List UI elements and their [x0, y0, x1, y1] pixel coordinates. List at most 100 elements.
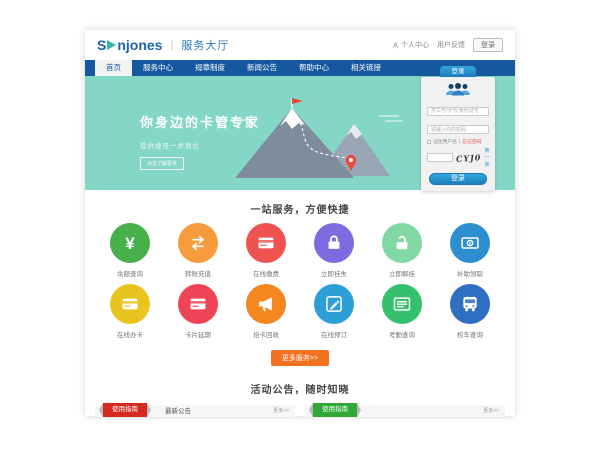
service-circle[interactable] — [178, 284, 218, 324]
hero-banner: 你身边的卡管专家 提供捷径一步到位 点击了解更多 登录 — [85, 76, 515, 190]
password-input[interactable] — [427, 125, 489, 134]
service-label: 卡片延期 — [164, 329, 232, 339]
service-item-attendance[interactable]: 考勤查询 — [368, 284, 436, 339]
service-label: 在线办卡 — [96, 329, 164, 339]
service-circle[interactable] — [178, 223, 218, 263]
options-separator: | — [459, 139, 460, 144]
service-item-payment[interactable]: 在线缴费 — [232, 223, 300, 278]
announcements-title: 活动公告，随时知晓 — [85, 381, 515, 396]
header-login-button[interactable]: 登录 — [473, 38, 503, 52]
logo-text-2: njones — [117, 37, 162, 53]
nav-item-service-center[interactable]: 服务中心 — [132, 60, 184, 76]
panel-left-more-link[interactable]: 更多>> — [273, 405, 289, 418]
nav-item-help[interactable]: 帮助中心 — [288, 60, 340, 76]
service-item-unreport-loss[interactable]: 立即解挂 — [368, 223, 436, 278]
service-label: 补助领取 — [436, 268, 504, 278]
nav-item-news[interactable]: 新闻公告 — [236, 60, 288, 76]
card-icon — [188, 294, 208, 314]
service-circle[interactable] — [382, 223, 422, 263]
mountain-illustration — [230, 94, 405, 189]
service-item-subsidy[interactable]: 补助领取 — [436, 223, 504, 278]
service-circle[interactable] — [246, 284, 286, 324]
login-options: 记住用户名 | 忘记密码 — [427, 138, 489, 145]
panel-left: 使用指南 最新公告 更多>> — [95, 405, 295, 418]
service-label: 立即解挂 — [368, 268, 436, 278]
header-utility: 个人中心 用户反馈 登录 — [392, 38, 503, 52]
service-item-transfer[interactable]: 转账充值 — [164, 223, 232, 278]
service-item-card-recycle[interactable]: 拾卡回收 — [232, 284, 300, 339]
refresh-captcha-link[interactable]: 换一张 — [484, 147, 489, 168]
bus-icon — [460, 294, 480, 314]
captcha-input[interactable] — [427, 153, 453, 162]
service-item-balance[interactable]: ¥ 余额查询 — [96, 223, 164, 278]
announcement-panels: 使用指南 最新公告 更多>> 使用指南 更多>> — [95, 405, 505, 418]
more-services-button[interactable]: 更多服务>> — [271, 350, 329, 366]
login-submit-button[interactable]: 登录 — [429, 173, 487, 185]
login-tab[interactable]: 登录 — [440, 66, 476, 77]
service-circle[interactable] — [314, 223, 354, 263]
panel-right-header: 使用指南 更多>> — [305, 405, 505, 418]
panel-left-header: 使用指南 最新公告 更多>> — [95, 405, 295, 418]
transfer-icon — [188, 233, 208, 253]
logo-divider: | — [170, 39, 173, 51]
remember-checkbox[interactable] — [427, 140, 431, 144]
card-icon — [120, 294, 140, 314]
forgot-password-link[interactable]: 忘记密码 — [462, 138, 481, 145]
login-panel: 登录 记住用户名 | 忘记密码 CYJ0 换一张 — [421, 66, 495, 191]
service-item-school-bus[interactable]: 校车查询 — [436, 284, 504, 339]
banknote-icon — [460, 233, 480, 253]
user-feedback-link[interactable]: 用户反馈 — [437, 40, 465, 50]
service-label: 在线预订 — [300, 329, 368, 339]
service-label: 转账充值 — [164, 268, 232, 278]
service-label: 拾卡回收 — [232, 329, 300, 339]
logo-text-1: S — [97, 37, 106, 53]
users-group-icon — [443, 82, 473, 97]
services-section: 一站服务，方便快捷 ¥ 余额查询 转账充值 在线缴费 — [85, 190, 515, 366]
service-item-report-loss[interactable]: 立即挂失 — [300, 223, 368, 278]
service-circle[interactable] — [382, 284, 422, 324]
usage-guide-ribbon-green[interactable]: 使用指南 — [313, 403, 357, 417]
panel-right-more-link[interactable]: 更多>> — [483, 405, 499, 418]
edit-icon — [324, 294, 344, 314]
hero-cta-button[interactable]: 点击了解更多 — [140, 157, 184, 170]
service-circle[interactable]: ¥ — [110, 223, 150, 263]
remember-label: 记住用户名 — [433, 138, 457, 145]
logo-arrow-icon — [107, 40, 116, 50]
service-label: 在线缴费 — [232, 268, 300, 278]
service-circle[interactable] — [110, 284, 150, 324]
service-item-apply-card[interactable]: 在线办卡 — [96, 284, 164, 339]
unlock-icon — [392, 233, 412, 253]
nav-item-links[interactable]: 相关链接 — [340, 60, 392, 76]
top-header: Snjones | 服务大厅 个人中心 用户反馈 登录 — [85, 30, 515, 60]
list-icon — [392, 294, 412, 314]
lock-icon — [324, 233, 344, 253]
user-icon — [392, 42, 399, 49]
megaphone-icon — [256, 294, 276, 314]
card-icon — [256, 233, 276, 253]
panel-right: 使用指南 更多>> — [305, 405, 505, 418]
latest-announcements-tab[interactable]: 最新公告 — [165, 405, 191, 418]
login-body: 记住用户名 | 忘记密码 CYJ0 换一张 登录 — [421, 77, 495, 191]
service-label: 余额查询 — [96, 268, 164, 278]
service-item-online-booking[interactable]: 在线预订 — [300, 284, 368, 339]
services-grid: ¥ 余额查询 转账充值 在线缴费 立即挂失 — [96, 223, 504, 339]
usage-guide-ribbon[interactable]: 使用指南 — [103, 403, 147, 417]
brand-logo[interactable]: Snjones | 服务大厅 — [97, 37, 229, 53]
service-item-card-renewal[interactable]: 卡片延期 — [164, 284, 232, 339]
page: Snjones | 服务大厅 个人中心 用户反馈 登录 首页 服务中心 规章制度… — [85, 30, 515, 416]
service-label: 校车查询 — [436, 329, 504, 339]
service-circle[interactable] — [314, 284, 354, 324]
captcha-image[interactable]: CYJ0 — [456, 152, 482, 164]
yen-icon: ¥ — [125, 235, 134, 252]
service-circle[interactable] — [450, 223, 490, 263]
service-circle[interactable] — [246, 223, 286, 263]
username-input[interactable] — [427, 107, 489, 116]
service-circle[interactable] — [450, 284, 490, 324]
nav-item-rules[interactable]: 规章制度 — [184, 60, 236, 76]
service-label: 考勤查询 — [368, 329, 436, 339]
nav-item-home[interactable]: 首页 — [95, 60, 132, 76]
site-name: 服务大厅 — [181, 37, 229, 53]
service-label: 立即挂失 — [300, 268, 368, 278]
personal-center-link[interactable]: 个人中心 — [392, 40, 429, 50]
captcha-row: CYJ0 换一张 — [427, 147, 489, 168]
